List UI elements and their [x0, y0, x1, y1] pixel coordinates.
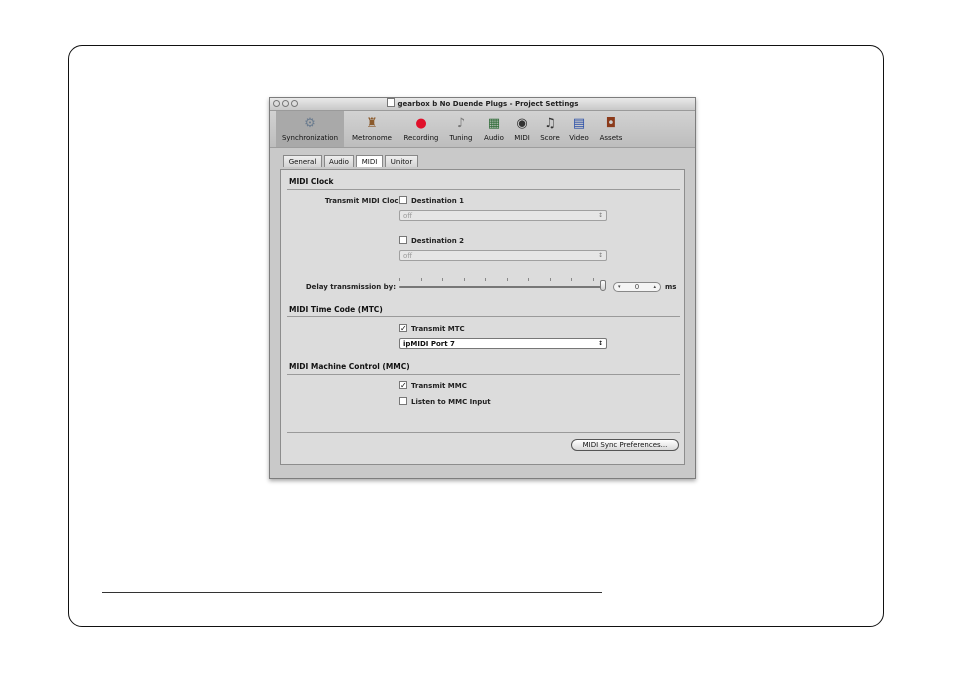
up-down-arrows-icon: ↕: [597, 340, 603, 347]
mtc-port-value: ipMIDI Port 7: [403, 340, 455, 348]
midi-connector-icon: ◉: [516, 116, 528, 131]
toolbar-item-label: Score: [540, 134, 560, 142]
step-up-icon[interactable]: ▴: [653, 283, 656, 291]
listen-mmc-checkbox[interactable]: [399, 397, 407, 405]
toolbar-item-midi[interactable]: ◉ MIDI: [510, 111, 534, 147]
destination2-label: Destination 2: [411, 237, 465, 245]
toolbar-item-label: Audio: [484, 134, 504, 142]
destination2-value: off: [403, 252, 413, 260]
toolbar-item-audio[interactable]: ▦ Audio: [480, 111, 508, 147]
listen-mmc-label: Listen to MMC Input: [411, 398, 491, 406]
metronome-icon: ♜: [366, 116, 378, 131]
toolbar-item-label: Recording: [403, 134, 439, 142]
transmit-mtc-label: Transmit MTC: [411, 325, 465, 333]
destination1-label: Destination 1: [411, 197, 465, 205]
toolbar-item-recording[interactable]: ● Recording: [399, 111, 443, 147]
slider-tick: [528, 278, 529, 281]
record-icon: ●: [415, 116, 427, 131]
slider-tick: [550, 278, 551, 281]
gears-icon: ⚙: [304, 116, 316, 131]
divider: [287, 374, 680, 375]
toolbar: ⚙ Synchronization ♜ Metronome ● Recordin…: [270, 111, 695, 148]
mtc-title: MIDI Time Code (MTC): [289, 305, 383, 314]
slider-track: [399, 286, 604, 288]
project-settings-window: gearbox b No Duende Plugs - Project Sett…: [269, 97, 696, 479]
destination1-checkbox[interactable]: [399, 196, 407, 204]
transmit-mmc-label: Transmit MMC: [411, 382, 467, 390]
toolbar-item-label: Synchronization: [281, 134, 339, 142]
up-down-arrows-icon: ↕: [597, 212, 603, 219]
transmit-midi-clock-label: Transmit MIDI Clock:: [324, 197, 406, 205]
destination1-value: off: [403, 212, 413, 220]
mmc-title: MIDI Machine Control (MMC): [289, 362, 410, 371]
toolbar-item-video[interactable]: ▤ Video: [566, 111, 592, 147]
toolbar-item-label: Assets: [599, 134, 623, 142]
toolbar-item-score[interactable]: ♫ Score: [537, 111, 563, 147]
delay-stepper[interactable]: ▾ 0 ▴: [613, 282, 661, 292]
divider: [287, 316, 680, 317]
midi-settings-panel: MIDI Clock Transmit MIDI Clock: Destinat…: [280, 169, 685, 465]
tab-unitor[interactable]: Unitor: [385, 155, 418, 167]
video-film-icon: ▤: [572, 116, 586, 131]
midi-sync-preferences-button[interactable]: MIDI Sync Preferences...: [571, 439, 679, 451]
tab-audio[interactable]: Audio: [324, 155, 354, 167]
transmit-mtc-checkbox[interactable]: ✓: [399, 324, 407, 333]
delay-value: 0: [634, 283, 640, 291]
tab-midi[interactable]: MIDI: [356, 155, 383, 167]
up-down-arrows-icon: ↕: [597, 252, 603, 259]
toolbar-item-assets[interactable]: ◘ Assets: [595, 111, 627, 147]
toolbar-item-label: Video: [569, 134, 589, 142]
toolbar-item-metronome[interactable]: ♜ Metronome: [348, 111, 396, 147]
slider-tick: [507, 278, 508, 281]
slider-tick: [593, 278, 594, 281]
destination1-popup[interactable]: off ↕: [399, 210, 607, 221]
divider: [287, 432, 680, 433]
document-icon: [386, 98, 395, 107]
slider-tick: [485, 278, 486, 281]
destination2-checkbox[interactable]: [399, 236, 407, 244]
window-title: gearbox b No Duende Plugs - Project Sett…: [397, 100, 579, 108]
audio-waveform-icon: ▦: [487, 116, 501, 131]
slider-knob[interactable]: [600, 280, 606, 291]
divider: [287, 189, 680, 190]
toolbar-item-synchronization[interactable]: ⚙ Synchronization: [276, 111, 344, 147]
midi-clock-title: MIDI Clock: [289, 177, 334, 186]
mtc-port-popup[interactable]: ipMIDI Port 7 ↕: [399, 338, 607, 349]
transmit-mmc-checkbox[interactable]: ✓: [399, 381, 407, 390]
toolbar-item-label: Tuning: [449, 134, 473, 142]
slider-tick: [571, 278, 572, 281]
delay-transmission-label: Delay transmission by:: [305, 283, 396, 291]
zoom-window-button[interactable]: [291, 100, 298, 107]
close-window-button[interactable]: [273, 100, 280, 107]
tab-general[interactable]: General: [283, 155, 322, 167]
slider-tick: [399, 278, 400, 281]
toolbar-item-label: MIDI: [514, 134, 530, 142]
title-bar: gearbox b No Duende Plugs - Project Sett…: [270, 98, 695, 111]
slider-tick: [421, 278, 422, 281]
tuning-fork-icon: ♪: [456, 116, 466, 131]
minimize-window-button[interactable]: [282, 100, 289, 107]
slider-tick: [464, 278, 465, 281]
step-down-icon[interactable]: ▾: [618, 283, 621, 291]
slider-tick: [442, 278, 443, 281]
delay-unit: ms: [665, 283, 677, 291]
footer-rule: [102, 592, 602, 593]
toolbar-item-label: Metronome: [352, 134, 392, 142]
score-icon: ♫: [544, 116, 556, 131]
toolbar-item-tuning[interactable]: ♪ Tuning: [445, 111, 477, 147]
destination2-popup[interactable]: off ↕: [399, 250, 607, 261]
briefcase-icon: ◘: [605, 116, 617, 131]
